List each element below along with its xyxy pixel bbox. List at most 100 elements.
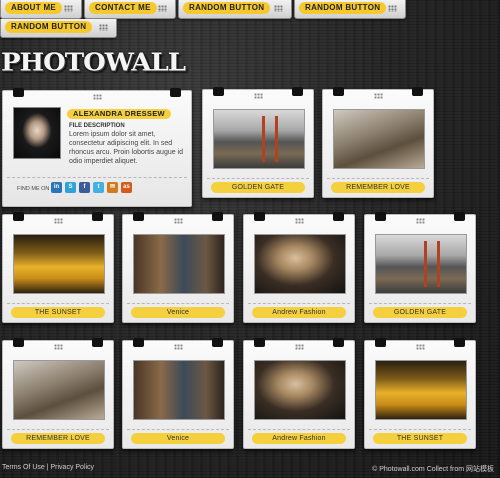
grip-icon <box>416 218 425 224</box>
photo-thumbnail[interactable] <box>13 234 105 294</box>
profile-description: Lorem ipsum dolor sit amet, consectetur … <box>69 131 184 165</box>
clip-icon <box>212 212 223 221</box>
photo-thumbnail[interactable] <box>13 360 105 420</box>
photo-thumbnail[interactable] <box>375 360 467 420</box>
divider <box>7 429 109 430</box>
clip-icon <box>213 87 224 96</box>
grip-icon <box>374 93 383 99</box>
nav-tab-about-me[interactable]: ABOUT ME <box>0 0 82 19</box>
grip-icon <box>99 24 108 31</box>
profile-name: ALEXANDRA DRESSEW <box>67 109 171 119</box>
clip-icon <box>333 338 344 347</box>
photo-card[interactable]: REMEMBER LOVE <box>2 338 114 449</box>
divider <box>127 303 229 304</box>
grip-icon <box>54 344 63 350</box>
photo-thumbnail[interactable] <box>213 109 305 169</box>
grip-icon <box>93 94 102 100</box>
photo-card[interactable]: THE SUNSET <box>2 212 114 323</box>
photo-caption: Venice <box>131 433 225 444</box>
grip-icon <box>274 5 283 12</box>
clip-icon <box>254 338 265 347</box>
nav-tab-label: RANDOM BUTTON <box>299 2 387 14</box>
photo-thumbnail[interactable] <box>375 234 467 294</box>
nav-tab-label: RANDOM BUTTON <box>183 2 271 14</box>
photo-thumbnail[interactable] <box>254 234 346 294</box>
clip-icon <box>13 338 24 347</box>
grip-icon <box>64 5 73 12</box>
grip-icon <box>295 218 304 224</box>
clip-icon <box>292 87 303 96</box>
clip-icon <box>375 338 386 347</box>
profile-description-title: FILE DESCRIPTION <box>69 123 125 129</box>
photo-caption: GOLDEN GATE <box>373 307 467 318</box>
grip-icon <box>416 344 425 350</box>
divider <box>248 303 350 304</box>
divider <box>369 303 471 304</box>
grip-icon <box>174 218 183 224</box>
clip-icon <box>170 88 181 97</box>
photo-caption: Andrew Fashion <box>252 433 346 444</box>
photo-thumbnail[interactable] <box>254 360 346 420</box>
nav-tab-random-1[interactable]: RANDOM BUTTON <box>178 0 292 19</box>
site-logo[interactable]: PHOTOWALL <box>1 49 186 78</box>
nav-tab-label: ABOUT ME <box>5 2 63 14</box>
clip-icon <box>133 212 144 221</box>
photo-caption: THE SUNSET <box>11 307 105 318</box>
avatar <box>13 107 61 159</box>
twitter-icon[interactable]: t <box>93 182 104 193</box>
photo-caption: GOLDEN GATE <box>211 182 305 193</box>
facebook-icon[interactable]: f <box>79 182 90 193</box>
grip-icon <box>174 344 183 350</box>
photo-card[interactable]: Venice <box>122 338 234 449</box>
photo-caption: REMEMBER LOVE <box>331 182 425 193</box>
find-me-label: FIND ME ON <box>17 186 50 192</box>
photo-thumbnail[interactable] <box>333 109 425 169</box>
nav-tab-label: RANDOM BUTTON <box>5 21 93 33</box>
photo-card[interactable]: Andrew Fashion <box>243 338 355 449</box>
grip-icon <box>388 5 397 12</box>
divider <box>369 429 471 430</box>
photo-caption: REMEMBER LOVE <box>11 433 105 444</box>
linkedin-icon[interactable]: in <box>51 182 62 193</box>
profile-card: ALEXANDRA DRESSEW FILE DESCRIPTION Lorem… <box>2 88 192 207</box>
divider <box>7 177 187 178</box>
grip-icon <box>158 5 167 12</box>
divider <box>327 178 429 179</box>
photo-card[interactable]: GOLDEN GATE <box>202 87 314 198</box>
clip-icon <box>13 212 24 221</box>
footer-links[interactable]: Terms Of Use | Privacy Policy <box>2 464 94 471</box>
footer-copyright: © Photowall.com Collect from 网站模板 <box>372 466 494 473</box>
lastfm-icon[interactable]: as <box>121 182 132 193</box>
clip-icon <box>412 87 423 96</box>
photo-card[interactable]: THE SUNSET <box>364 338 476 449</box>
photo-thumbnail[interactable] <box>133 360 225 420</box>
photo-card[interactable]: GOLDEN GATE <box>364 212 476 323</box>
clip-icon <box>254 212 265 221</box>
clip-icon <box>133 338 144 347</box>
clip-icon <box>454 212 465 221</box>
nav-tab-contact-me[interactable]: CONTACT ME <box>84 0 176 19</box>
divider <box>248 429 350 430</box>
photo-card[interactable]: Andrew Fashion <box>243 212 355 323</box>
clip-icon <box>212 338 223 347</box>
grip-icon <box>295 344 304 350</box>
clip-icon <box>375 212 386 221</box>
mail-icon[interactable]: ✉ <box>107 182 118 193</box>
clip-icon <box>13 88 24 97</box>
clip-icon <box>333 87 344 96</box>
photo-card[interactable]: Venice <box>122 212 234 323</box>
clip-icon <box>92 212 103 221</box>
divider <box>207 178 309 179</box>
grip-icon <box>54 218 63 224</box>
photo-thumbnail[interactable] <box>133 234 225 294</box>
photo-card[interactable]: REMEMBER LOVE <box>322 87 434 198</box>
nav-tab-random-3[interactable]: RANDOM BUTTON <box>0 19 117 38</box>
nav-tab-random-2[interactable]: RANDOM BUTTON <box>294 0 406 19</box>
nav-tab-label: CONTACT ME <box>89 2 157 14</box>
skype-icon[interactable]: S <box>65 182 76 193</box>
photo-caption: Andrew Fashion <box>252 307 346 318</box>
clip-icon <box>92 338 103 347</box>
clip-icon <box>333 212 344 221</box>
divider <box>127 429 229 430</box>
grip-icon <box>254 93 263 99</box>
